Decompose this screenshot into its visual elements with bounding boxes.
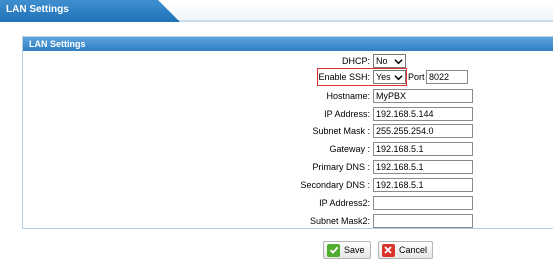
dhcp-label: DHCP:: [341, 56, 370, 66]
primary-dns-label: Primary DNS :: [312, 162, 370, 172]
check-icon: [327, 243, 340, 257]
save-button[interactable]: Save: [323, 241, 371, 259]
cancel-label: Cancel: [398, 245, 427, 255]
hostname-label: Hostname:: [326, 91, 370, 101]
tab-bar: LAN Settings: [0, 0, 553, 22]
dhcp-value: No: [376, 56, 388, 66]
primary-dns-input[interactable]: 192.168.5.1: [373, 160, 473, 174]
panel-header: LAN Settings: [23, 37, 553, 51]
chevron-down-icon: [394, 58, 403, 64]
ip-address-input[interactable]: 192.168.5.144: [373, 107, 473, 121]
secondary-dns-input[interactable]: 192.168.5.1: [373, 178, 473, 192]
chevron-down-icon: [394, 74, 403, 80]
panel-title: LAN Settings: [29, 39, 86, 49]
ip-address2-input[interactable]: [373, 196, 473, 210]
port-label: Port: [408, 72, 425, 82]
ssh-select[interactable]: Yes: [373, 70, 406, 84]
dhcp-select[interactable]: No: [373, 54, 406, 68]
x-icon: [382, 243, 395, 257]
gateway-input[interactable]: 192.168.5.1: [373, 142, 473, 156]
tab-title: LAN Settings: [6, 4, 69, 15]
ssh-value: Yes: [376, 72, 391, 82]
save-label: Save: [344, 245, 365, 255]
ssh-label: Enable SSH:: [318, 72, 370, 82]
lan-settings-panel: LAN Settings: [22, 36, 553, 229]
hostname-input[interactable]: MyPBX: [373, 89, 473, 103]
subnet-mask-input[interactable]: 255.255.254.0: [373, 124, 473, 138]
tab-lan-settings[interactable]: LAN Settings: [0, 0, 180, 22]
subnet-mask-label: Subnet Mask :: [312, 126, 370, 136]
cancel-button[interactable]: Cancel: [378, 241, 433, 259]
secondary-dns-label: Secondary DNS :: [300, 180, 370, 190]
subnet-mask2-label: Subnet Mask2:: [309, 216, 370, 226]
ip-address-label: IP Address:: [324, 109, 370, 119]
gateway-label: Gateway :: [329, 144, 370, 154]
ip-address2-label: IP Address2:: [319, 198, 370, 208]
subnet-mask2-input[interactable]: [373, 214, 473, 228]
ssh-port-input[interactable]: 8022: [426, 70, 468, 84]
